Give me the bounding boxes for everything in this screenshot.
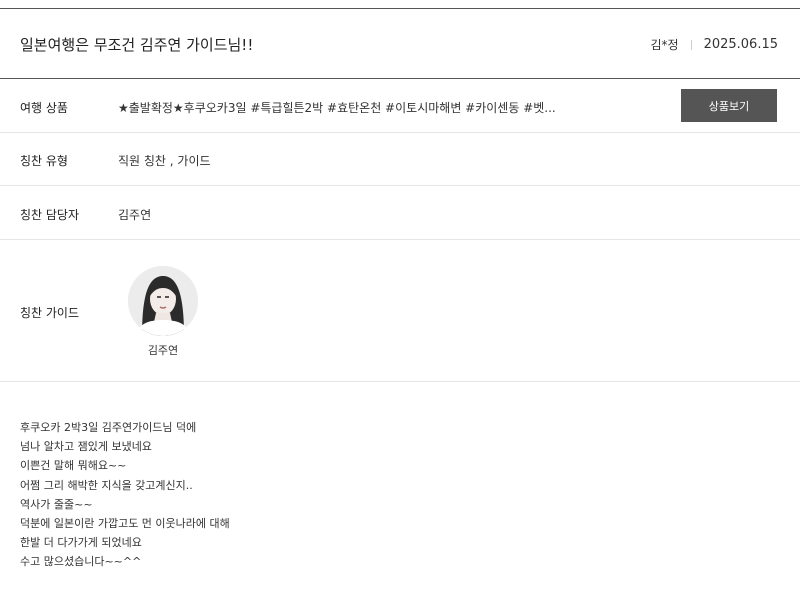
praise-staff-row: 칭찬 담당자 김주연 [0, 186, 800, 240]
review-detail: 일본여행은 무조건 김주연 가이드님!! 김*정 2025.06.15 여행 상… [0, 0, 800, 604]
content-line: 덕분에 일본이란 가깝고도 먼 이웃나라에 대해 [20, 517, 230, 531]
review-content: 후쿠오카 2박3일 김주연가이드님 덕에 넘나 알차고 잼있게 보냈네요 이쁜건… [20, 418, 230, 572]
product-value: ★출발확정★후쿠오카3일 #특급힐튼2박 #효탄온천 #이토시마해변 #카이센동… [118, 101, 556, 115]
praise-type-label: 칭찬 유형 [20, 154, 68, 168]
product-label: 여행 상품 [20, 101, 68, 115]
content-line: 역사가 줄줄~~ [20, 497, 93, 511]
praise-type-row: 칭찬 유형 직원 칭찬 , 가이드 [0, 133, 800, 186]
product-row: 여행 상품 ★출발확정★후쿠오카3일 #특급힐튼2박 #효탄온천 #이토시마해변… [0, 79, 800, 133]
review-title: 일본여행은 무조건 김주연 가이드님!! [20, 36, 254, 54]
review-header: 일본여행은 무조건 김주연 가이드님!! 김*정 2025.06.15 [0, 9, 800, 79]
content-line: 수고 많으셨습니다~~^^ [20, 555, 142, 569]
guide-card: 김주연 [127, 266, 199, 358]
content-line: 넘나 알차고 잼있게 보냈네요 [20, 440, 152, 454]
praise-guide-label: 칭찬 가이드 [20, 306, 80, 320]
review-author: 김*정 [650, 38, 679, 52]
praise-guide-row: 칭찬 가이드 김주연 [0, 240, 800, 382]
content-line: 이쁜건 말해 뭐해요~~ [20, 459, 127, 473]
content-line: 어쩜 그리 해박한 지식을 갖고계신지.. [20, 478, 193, 492]
content-line: 한발 더 다가가게 되었네요 [20, 536, 142, 550]
review-date: 2025.06.15 [703, 37, 778, 52]
review-meta: 김*정 2025.06.15 [650, 36, 778, 53]
view-product-button[interactable]: 상품보기 [681, 89, 777, 122]
praise-staff-label: 칭찬 담당자 [20, 208, 80, 222]
praise-staff-value: 김주연 [118, 208, 152, 222]
guide-name: 김주연 [147, 344, 179, 357]
content-line: 후쿠오카 2박3일 김주연가이드님 덕에 [20, 421, 197, 434]
guide-photo-icon [128, 266, 198, 336]
meta-separator [690, 39, 692, 50]
guide-avatar [128, 266, 198, 336]
praise-type-value: 직원 칭찬 , 가이드 [118, 154, 211, 168]
